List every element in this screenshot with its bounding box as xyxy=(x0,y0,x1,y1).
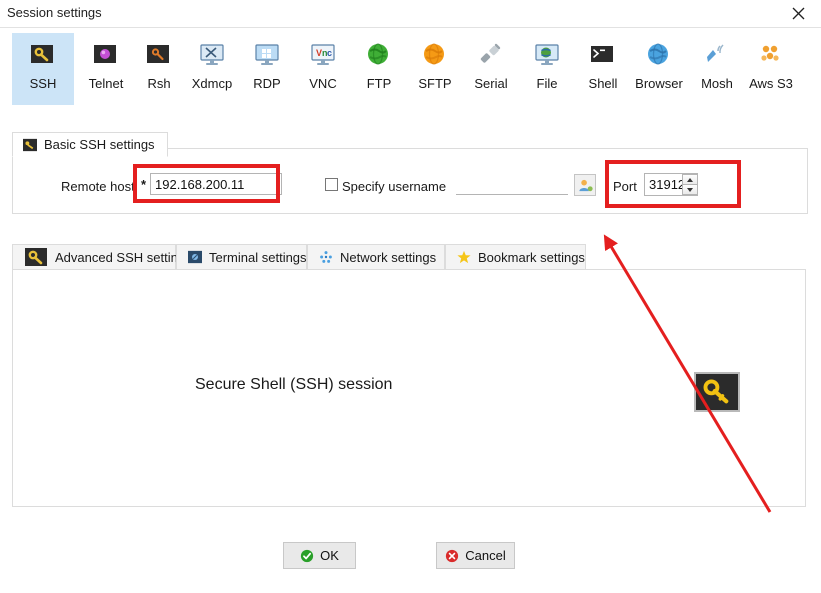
check-circle-icon xyxy=(300,549,314,562)
protocol-label: FTP xyxy=(366,76,392,91)
protocol-item-sftp[interactable]: SFTP xyxy=(404,33,466,105)
protocol-item-xdmcp[interactable]: Xdmcp xyxy=(181,33,243,105)
port-spinner-up[interactable] xyxy=(682,174,698,184)
protocol-item-shell[interactable]: Shell xyxy=(572,33,634,105)
specify-username-checkbox[interactable] xyxy=(325,178,338,191)
protocol-label: Aws S3 xyxy=(749,76,793,91)
cancel-button[interactable]: Cancel xyxy=(436,542,515,569)
xdmcp-icon xyxy=(199,42,225,68)
protocol-item-mosh[interactable]: Mosh xyxy=(686,33,748,105)
vnc-icon: V n c xyxy=(310,42,336,68)
aws-s3-icon xyxy=(758,42,784,68)
network-icon xyxy=(319,250,333,264)
protocol-label: Browser xyxy=(635,76,683,91)
settings-tabstrip: Advanced SSH settings Terminal settings … xyxy=(12,244,806,270)
basic-ssh-settings-panel: Remote host * Specify username Port xyxy=(12,148,808,214)
specify-username-label: Specify username xyxy=(342,179,447,194)
browser-globe-icon xyxy=(646,42,672,68)
protocol-label: Telnet xyxy=(88,76,124,91)
tab-bookmark-settings[interactable]: Bookmark settings xyxy=(445,244,586,270)
file-monitor-icon xyxy=(534,42,560,68)
star-icon xyxy=(457,250,471,264)
ssh-session-pane: Secure Shell (SSH) session xyxy=(12,269,806,507)
protocol-label: SSH xyxy=(29,76,57,91)
chevron-down-icon xyxy=(687,187,693,192)
ok-button-label: OK xyxy=(320,548,339,563)
protocol-label: Serial xyxy=(474,76,508,91)
remote-host-label: Remote host xyxy=(61,179,135,194)
protocol-label: Xdmcp xyxy=(191,76,233,91)
protocol-label: RDP xyxy=(253,76,281,91)
key-icon xyxy=(703,379,729,404)
protocol-item-rdp[interactable]: RDP xyxy=(236,33,298,105)
protocol-item-file[interactable]: File xyxy=(516,33,578,105)
cancel-circle-icon xyxy=(446,549,459,562)
window-title: Session settings xyxy=(7,5,102,20)
port-spinner[interactable] xyxy=(682,174,698,195)
protocol-item-vnc[interactable]: V n c VNC xyxy=(292,33,354,105)
terminal-icon xyxy=(188,250,202,264)
protocol-item-browser[interactable]: Browser xyxy=(628,33,690,105)
protocol-item-ftp[interactable]: FTP xyxy=(348,33,410,105)
shell-prompt-icon xyxy=(590,42,616,68)
rdp-icon xyxy=(254,42,280,68)
protocol-item-aws-s3[interactable]: Aws S3 xyxy=(740,33,802,105)
ftp-globe-icon xyxy=(366,42,392,68)
pane-title: Secure Shell (SSH) session xyxy=(195,376,393,393)
svg-text:c: c xyxy=(327,48,332,58)
title-bar: Session settings xyxy=(0,0,821,28)
protocol-item-ssh[interactable]: SSH xyxy=(12,33,74,105)
protocol-label: Rsh xyxy=(147,76,171,91)
close-button[interactable] xyxy=(775,0,821,27)
protocol-toolbar: SSH Telnet Rsh Xdmcp RDP V n c VNC FTP S… xyxy=(0,28,821,106)
basic-ssh-settings-header: Basic SSH settings xyxy=(12,132,168,157)
ssh-key-icon xyxy=(23,138,37,151)
rsh-icon xyxy=(146,42,172,68)
port-spinner-down[interactable] xyxy=(682,184,698,195)
sftp-globe-icon xyxy=(422,42,448,68)
remote-host-input[interactable] xyxy=(150,173,282,195)
user-picker-icon xyxy=(578,179,593,191)
tab-advanced-ssh-settings[interactable]: Advanced SSH settings xyxy=(12,244,192,270)
tab-label: Bookmark settings xyxy=(478,249,585,265)
ssh-key-icon xyxy=(30,42,56,68)
user-picker-button[interactable] xyxy=(574,174,596,196)
ssh-key-badge xyxy=(694,372,740,412)
protocol-label: VNC xyxy=(309,76,337,91)
mosh-antenna-icon xyxy=(704,42,730,68)
telnet-icon xyxy=(93,42,119,68)
remote-host-required-marker: * xyxy=(141,177,147,192)
cancel-button-label: Cancel xyxy=(465,548,506,563)
port-label: Port xyxy=(613,179,637,194)
ok-button[interactable]: OK xyxy=(283,542,356,569)
basic-ssh-settings-title: Basic SSH settings xyxy=(44,137,155,152)
chevron-up-icon xyxy=(687,177,693,182)
serial-plug-icon xyxy=(478,42,504,68)
protocol-item-serial[interactable]: Serial xyxy=(460,33,522,105)
protocol-label: File xyxy=(536,76,558,91)
tab-network-settings[interactable]: Network settings xyxy=(307,244,445,270)
tab-label: Network settings xyxy=(340,249,437,265)
protocol-label: SFTP xyxy=(418,76,452,91)
username-input[interactable] xyxy=(456,174,568,195)
protocol-label: Mosh xyxy=(701,76,733,91)
close-icon xyxy=(792,7,804,20)
tab-label: Advanced SSH settings xyxy=(55,249,192,265)
tab-label: Terminal settings xyxy=(209,249,307,265)
ssh-key-icon xyxy=(24,245,48,269)
tab-terminal-settings[interactable]: Terminal settings xyxy=(176,244,307,270)
protocol-label: Shell xyxy=(588,76,618,91)
